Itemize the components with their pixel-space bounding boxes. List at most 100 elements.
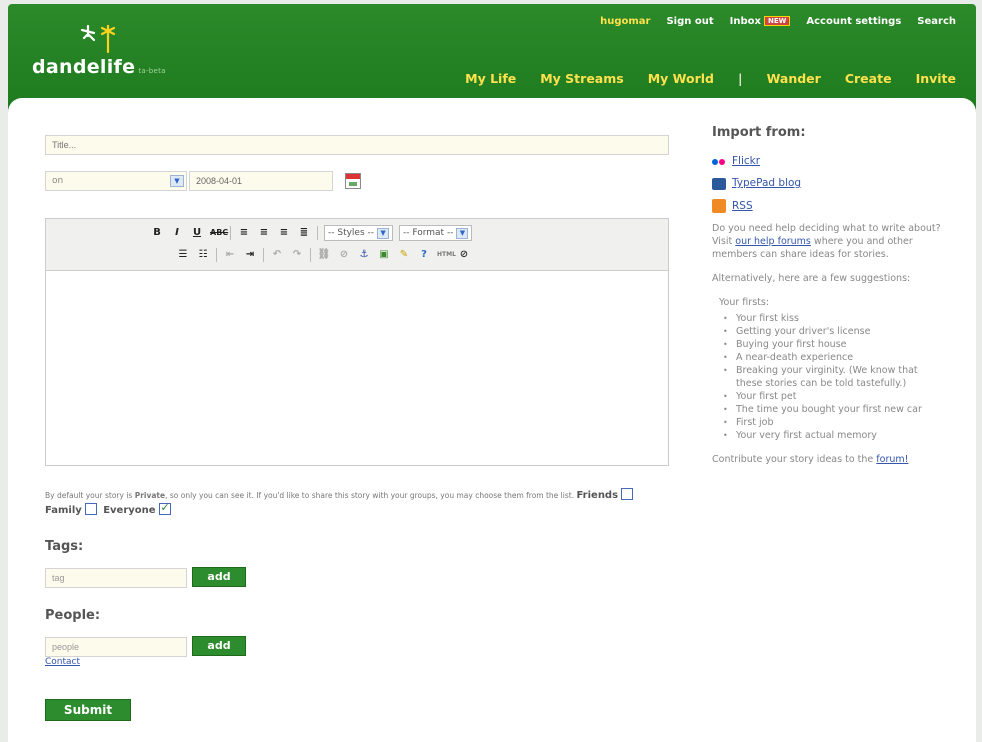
submit-button[interactable]: Submit bbox=[45, 699, 131, 721]
link-icon[interactable]: ⛓ bbox=[317, 248, 331, 262]
typepad-icon bbox=[712, 177, 726, 190]
redo-icon[interactable]: ↷ bbox=[290, 248, 304, 262]
nav-invite[interactable]: Invite bbox=[916, 71, 956, 86]
forum-link[interactable]: forum! bbox=[876, 454, 908, 465]
list-item: The time you bought your first new car bbox=[719, 403, 942, 416]
image-icon[interactable]: ▣ bbox=[377, 248, 391, 262]
strikethrough-icon[interactable]: ABC bbox=[210, 226, 228, 240]
align-left-icon[interactable]: ≡ bbox=[237, 226, 251, 240]
format-select[interactable]: -- Format -- ▼ bbox=[399, 225, 473, 241]
list-item: A near-death experience bbox=[719, 351, 942, 364]
toolbar-row-2: ☰ ☷ ⇤ ⇥ ↶ ↷ ⛓ ⊘ ⚓ ▣ ✎ ? HTML ⊘ bbox=[176, 248, 471, 262]
toolbar-divider bbox=[317, 226, 318, 240]
top-nav: hugomar Sign out Inbox NEW Account settin… bbox=[600, 16, 956, 27]
privacy-bold: Private bbox=[134, 491, 166, 500]
people-title: People: bbox=[45, 608, 101, 623]
list-item: Your very first actual memory bbox=[719, 429, 942, 442]
import-flickr-link[interactable]: Flickr bbox=[712, 155, 942, 168]
chevron-down-icon: ▼ bbox=[456, 227, 469, 239]
group-everyone-label: Everyone bbox=[103, 505, 156, 516]
group-family-checkbox[interactable] bbox=[84, 503, 97, 515]
outdent-icon[interactable]: ⇤ bbox=[223, 248, 237, 262]
account-settings-link[interactable]: Account settings bbox=[806, 16, 901, 27]
bold-icon[interactable]: B bbox=[150, 226, 164, 240]
dandelion-logo-icon bbox=[80, 24, 116, 54]
spellcheck-icon[interactable]: ⊘ bbox=[457, 248, 471, 262]
inbox-badge: NEW bbox=[763, 16, 791, 26]
brand-logo[interactable]: dandelife ta-beta bbox=[32, 56, 166, 78]
brand-name: dandelife bbox=[32, 56, 136, 78]
contribute-text: Contribute your story ideas to the bbox=[712, 454, 874, 465]
inbox-link[interactable]: Inbox NEW bbox=[730, 16, 791, 27]
align-center-icon[interactable]: ≡ bbox=[257, 226, 271, 240]
help-icon[interactable]: ? bbox=[417, 248, 431, 262]
date-input[interactable] bbox=[189, 171, 333, 191]
import-title: Import from: bbox=[712, 125, 806, 140]
toolbar-divider bbox=[310, 248, 311, 262]
styles-label: -- Styles -- bbox=[328, 228, 375, 238]
import-typepad-link[interactable]: TypePad blog bbox=[712, 177, 942, 190]
nav-my-life[interactable]: My Life bbox=[465, 71, 516, 86]
people-add-button[interactable]: add bbox=[192, 636, 246, 656]
styles-select[interactable]: -- Styles -- ▼ bbox=[324, 225, 394, 241]
html-icon[interactable]: HTML bbox=[437, 248, 456, 262]
group-friends-checkbox[interactable] bbox=[621, 488, 634, 500]
undo-icon[interactable]: ↶ bbox=[270, 248, 284, 262]
import-rss-link[interactable]: RSS bbox=[712, 199, 942, 213]
toolbar-divider bbox=[230, 226, 231, 240]
contribute-paragraph: Contribute your story ideas to the forum… bbox=[712, 453, 942, 466]
nav-create[interactable]: Create bbox=[845, 71, 892, 86]
underline-icon[interactable]: U bbox=[190, 226, 204, 240]
privacy-text-2: , so only you can see it. If you'd like … bbox=[165, 491, 575, 500]
list-item: Getting your driver's license bbox=[719, 325, 942, 338]
rss-icon bbox=[712, 199, 726, 213]
list-item: Your first kiss bbox=[719, 312, 942, 325]
date-qualifier-value: on bbox=[52, 176, 64, 186]
firsts-list: Your first kiss Getting your driver's li… bbox=[719, 312, 942, 442]
story-editor[interactable]: B I U ABC ≡ ≡ ≡ ≣ -- Styles -- ▼ -- Forma… bbox=[45, 218, 669, 466]
contact-link[interactable]: Contact bbox=[45, 657, 80, 667]
toolbar-divider bbox=[216, 248, 217, 262]
brand-tagline: ta-beta bbox=[138, 67, 166, 75]
people-input[interactable] bbox=[45, 637, 187, 657]
calendar-icon[interactable] bbox=[345, 173, 361, 189]
title-input[interactable] bbox=[45, 135, 669, 155]
cleanup-icon[interactable]: ✎ bbox=[397, 248, 411, 262]
italic-icon[interactable]: I bbox=[170, 226, 184, 240]
numbered-list-icon[interactable]: ☷ bbox=[196, 248, 210, 262]
import-typepad-label: TypePad blog bbox=[732, 177, 802, 189]
chevron-down-icon: ▼ bbox=[170, 175, 184, 187]
list-item: Buying your first house bbox=[719, 338, 942, 351]
tags-title: Tags: bbox=[45, 539, 84, 554]
help-forums-link[interactable]: our help forums bbox=[735, 236, 811, 247]
nav-wander[interactable]: Wander bbox=[767, 71, 821, 86]
tags-add-button[interactable]: add bbox=[192, 567, 246, 587]
indent-icon[interactable]: ⇥ bbox=[243, 248, 257, 262]
search-link[interactable]: Search bbox=[917, 16, 956, 27]
import-flickr-label: Flickr bbox=[732, 155, 761, 167]
sign-out-link[interactable]: Sign out bbox=[666, 16, 713, 27]
main-nav: My Life My Streams My World | Wander Cre… bbox=[465, 71, 956, 86]
list-item: First job bbox=[719, 416, 942, 429]
privacy-notice: By default your story is Private, so onl… bbox=[45, 488, 665, 518]
nav-my-world[interactable]: My World bbox=[648, 71, 714, 86]
firsts-title: Your firsts: bbox=[719, 297, 770, 308]
nav-separator: | bbox=[737, 71, 743, 86]
unlink-icon[interactable]: ⊘ bbox=[337, 248, 351, 262]
import-rss-label: RSS bbox=[732, 199, 753, 212]
tags-input[interactable] bbox=[45, 568, 187, 588]
align-right-icon[interactable]: ≡ bbox=[277, 226, 291, 240]
anchor-icon[interactable]: ⚓ bbox=[357, 248, 371, 262]
privacy-text-1: By default your story is bbox=[45, 491, 133, 500]
date-qualifier-select[interactable]: on ▼ bbox=[45, 171, 187, 191]
import-sidebar: Import from: Flickr TypePad blog RSS Do … bbox=[712, 126, 942, 466]
bullet-list-icon[interactable]: ☰ bbox=[176, 248, 190, 262]
nav-my-streams[interactable]: My Streams bbox=[540, 71, 623, 86]
chevron-down-icon: ▼ bbox=[377, 227, 390, 239]
firsts-section: Your firsts: Your first kiss Getting you… bbox=[719, 296, 942, 442]
user-link[interactable]: hugomar bbox=[600, 16, 650, 27]
flickr-icon bbox=[712, 158, 726, 166]
suggestions-intro: Alternatively, here are a few suggestion… bbox=[712, 273, 911, 284]
align-justify-icon[interactable]: ≣ bbox=[297, 226, 311, 240]
group-everyone-checkbox[interactable] bbox=[158, 501, 171, 515]
